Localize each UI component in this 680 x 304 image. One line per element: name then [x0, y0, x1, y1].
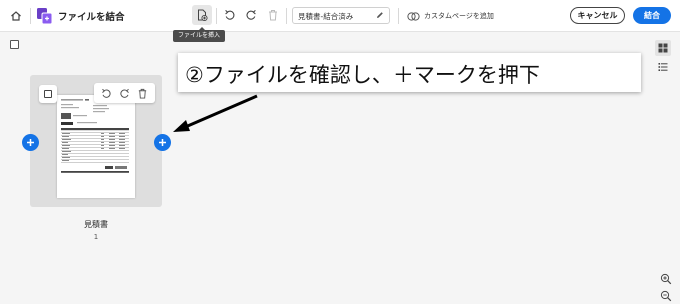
page-thumbnail: [57, 95, 135, 198]
grid-view-button[interactable]: [655, 40, 671, 56]
delete-button[interactable]: [264, 6, 282, 24]
rotate-right-icon[interactable]: [117, 86, 131, 100]
zoom-out-icon: [660, 290, 672, 302]
pencil-icon[interactable]: [376, 11, 384, 19]
add-custom-page-button[interactable]: カスタムページを追加: [407, 7, 494, 25]
insert-after-button[interactable]: [154, 134, 171, 151]
grid-view-icon: [658, 43, 668, 53]
combine-files-icon: [36, 7, 54, 25]
rotate-left-icon[interactable]: [99, 86, 113, 100]
insert-file-button[interactable]: [192, 5, 212, 25]
page-action-bar: [94, 83, 155, 103]
cancel-button[interactable]: キャンセル: [570, 7, 625, 24]
redo-button[interactable]: [242, 6, 260, 24]
toolbar-divider: [398, 8, 399, 24]
insert-file-tooltip: ファイルを挿入: [173, 27, 226, 42]
insert-file-icon: [198, 9, 208, 21]
undo-icon: [225, 9, 235, 20]
redo-icon: [246, 9, 256, 20]
toolbar-divider: [216, 8, 217, 24]
page-number: 1: [93, 233, 99, 241]
page-card[interactable]: [30, 75, 162, 207]
home-icon[interactable]: [6, 6, 26, 26]
page-label: 見積書: [84, 220, 108, 229]
page-checkbox[interactable]: [39, 85, 57, 103]
zoom-out-button[interactable]: [660, 287, 672, 302]
undo-button[interactable]: [221, 6, 239, 24]
top-toolbar: ファイルを結合 見積書-結合済み カスタムページを追加 キャンセル 結合: [0, 0, 680, 32]
zoom-in-icon: [660, 273, 672, 285]
trash-icon: [269, 10, 277, 21]
list-view-button[interactable]: [655, 59, 671, 75]
zoom-in-button[interactable]: [660, 270, 672, 285]
filename-value: 見積書-結合済み: [298, 12, 354, 21]
combine-button[interactable]: 結合: [633, 7, 671, 24]
toolbar-divider: [286, 8, 287, 24]
list-view-icon: [658, 63, 668, 71]
select-all-checkbox[interactable]: [10, 40, 19, 49]
app-title: ファイルを結合: [58, 12, 125, 23]
insert-before-button[interactable]: [22, 134, 39, 151]
add-custom-page-icon: [407, 11, 420, 21]
instruction-callout: ②ファイルを確認し、＋マークを押下: [178, 53, 641, 92]
add-custom-page-label: カスタムページを追加: [424, 12, 494, 20]
filename-field[interactable]: 見積書-結合済み: [292, 7, 390, 24]
toolbar-divider: [30, 8, 31, 24]
trash-icon[interactable]: [136, 86, 150, 100]
plus-icon: [159, 139, 166, 146]
plus-icon: [27, 139, 34, 146]
